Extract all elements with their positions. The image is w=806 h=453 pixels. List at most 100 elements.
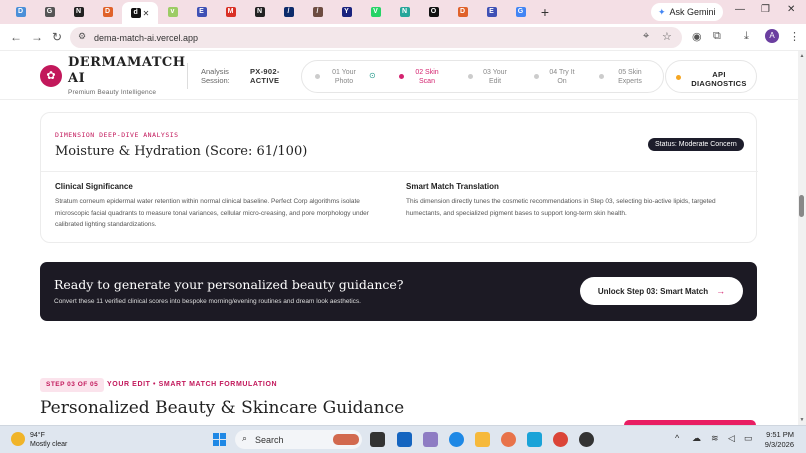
tab-favicon-icon: V bbox=[370, 7, 381, 17]
brand-tagline: Premium Beauty Intelligence bbox=[68, 89, 157, 96]
bookmark-star-icon[interactable]: ☆ bbox=[662, 30, 672, 43]
step-4[interactable]: 04 Try It On bbox=[544, 68, 580, 86]
step-1-check-icon: ⊙ bbox=[369, 71, 376, 80]
tab-favicon-icon: N bbox=[254, 7, 265, 17]
menu-dots-icon[interactable]: ⋮ bbox=[789, 30, 800, 43]
download-icon[interactable]: ⤓ bbox=[744, 30, 749, 43]
copilot-icon[interactable] bbox=[423, 432, 438, 447]
browser-tab[interactable]: Y bbox=[332, 2, 361, 22]
arrow-right-icon: → bbox=[716, 286, 726, 296]
tab-favicon-icon: E bbox=[486, 7, 497, 17]
browser-tab[interactable]: M bbox=[216, 2, 245, 22]
windows-taskbar: 94°F Mostly clear ⌕ Search ^ ☁ ≋ ◁ ▭ 9:5… bbox=[0, 425, 806, 453]
start-menu-icon[interactable] bbox=[213, 433, 226, 446]
close-window-icon[interactable]: ✕ bbox=[787, 4, 795, 15]
clinical-significance-heading: Clinical Significance bbox=[55, 182, 133, 191]
scroll-down-icon[interactable]: ▼ bbox=[798, 417, 806, 423]
back-icon[interactable]: ← bbox=[10, 30, 22, 44]
restore-icon[interactable]: ❐ bbox=[761, 4, 770, 15]
tab-favicon-icon: v bbox=[167, 7, 178, 17]
tab-favicon-icon: D bbox=[15, 7, 26, 17]
browser-tab[interactable]: v bbox=[158, 2, 187, 22]
volume-icon[interactable]: ◁ bbox=[728, 433, 735, 444]
tab-favicon-icon: d bbox=[130, 8, 141, 18]
puzzle-icon[interactable]: ⧉ bbox=[713, 30, 721, 43]
browser-tab[interactable]: G bbox=[35, 2, 64, 22]
file-explorer-icon[interactable] bbox=[475, 432, 490, 447]
browser-tab[interactable]: N bbox=[390, 2, 419, 22]
card-divider bbox=[41, 171, 758, 172]
card-title: Moisture & Hydration (Score: 61/100) bbox=[55, 144, 308, 159]
tab-favicon-icon: G bbox=[44, 7, 55, 17]
cta-heading: Ready to generate your personalized beau… bbox=[54, 277, 404, 292]
header-divider bbox=[187, 63, 188, 89]
step-badge: STEP 03 OF 05 bbox=[40, 378, 105, 392]
minimize-icon[interactable]: — bbox=[735, 4, 745, 15]
new-tab-button[interactable]: + bbox=[535, 4, 555, 20]
status-dot-icon bbox=[676, 75, 681, 80]
session-value-text: PX-902-ACTIVE bbox=[250, 67, 280, 85]
tab-favicon-icon: M bbox=[225, 7, 236, 17]
scroll-thumb[interactable] bbox=[799, 195, 804, 217]
step-3[interactable]: 03 Your Edit bbox=[478, 68, 512, 86]
browser-tab[interactable]: D bbox=[448, 2, 477, 22]
browser-tab[interactable]: G bbox=[506, 2, 535, 22]
browser-tab[interactable]: d ✕ bbox=[122, 2, 158, 24]
session-label-text: Analysis Session: bbox=[201, 67, 230, 85]
scroll-up-icon[interactable]: ▲ bbox=[798, 53, 806, 59]
status-badge: Status: Moderate Concern bbox=[648, 138, 744, 151]
weather-temp: 94°F bbox=[30, 432, 45, 439]
step-1[interactable]: 01 Your Photo bbox=[328, 68, 360, 86]
brand-logo-icon[interactable]: ✿ bbox=[40, 65, 62, 87]
browser-tab[interactable]: / bbox=[303, 2, 332, 22]
browser-tab[interactable]: D bbox=[93, 2, 122, 22]
session-label: Analysis Session: bbox=[201, 67, 245, 85]
api-diagnostics-label: API DIAGNOSTICS bbox=[691, 70, 747, 88]
session-value: PX-902-ACTIVE bbox=[250, 67, 288, 85]
onedrive-icon[interactable]: ☁ bbox=[692, 433, 701, 444]
taskbar-clock[interactable]: 9:51 PM 9/3/2026 bbox=[760, 430, 794, 450]
skype-icon[interactable] bbox=[527, 432, 542, 447]
browser-tab[interactable]: N bbox=[245, 2, 274, 22]
profile-avatar[interactable]: A bbox=[765, 29, 779, 43]
brand-line-2: AI bbox=[68, 71, 86, 86]
dimension-card: DIMENSION DEEP-DIVE ANALYSIS Moisture & … bbox=[40, 112, 758, 243]
reload-icon[interactable]: ↻ bbox=[52, 30, 62, 44]
chatgpt-icon[interactable] bbox=[579, 432, 594, 447]
search-icon: ⌕ bbox=[242, 433, 248, 443]
page-scrollbar[interactable]: ▲ ▼ bbox=[798, 51, 806, 425]
store-icon[interactable] bbox=[397, 432, 412, 447]
url-bar[interactable]: ⚙ dema-match-ai.vercel.app bbox=[70, 27, 682, 48]
weather-icon[interactable] bbox=[11, 432, 25, 446]
browser-tab[interactable]: O bbox=[419, 2, 448, 22]
edge-icon[interactable] bbox=[449, 432, 464, 447]
step-name: YOUR EDIT • SMART MATCH FORMULATION bbox=[107, 381, 278, 388]
extension-icon[interactable]: ◉ bbox=[692, 30, 702, 43]
claude-icon[interactable] bbox=[501, 432, 516, 447]
step-5[interactable]: 05 Skin Experts bbox=[610, 68, 650, 86]
wifi-icon[interactable]: ≋ bbox=[711, 433, 719, 444]
unlock-step3-button[interactable]: Unlock Step 03: Smart Match → bbox=[580, 277, 743, 305]
browser-tab[interactable]: N bbox=[64, 2, 93, 22]
task-view-icon[interactable] bbox=[370, 432, 385, 447]
smart-match-text: This dimension directly tunes the cosmet… bbox=[406, 198, 716, 217]
step-2[interactable]: 02 Skin Scan bbox=[410, 68, 444, 86]
browser-tab[interactable]: V bbox=[361, 2, 390, 22]
taskbar-search[interactable]: ⌕ Search bbox=[235, 430, 362, 449]
forward-icon[interactable]: → bbox=[31, 30, 43, 44]
step-2-dot bbox=[399, 74, 404, 79]
chrome-icon[interactable] bbox=[553, 432, 568, 447]
close-tab-icon[interactable]: ✕ bbox=[143, 9, 150, 18]
site-info-icon[interactable]: ⚙ bbox=[78, 31, 86, 42]
app-header: ✿ DERMAMATCH AI Premium Beauty Intellige… bbox=[0, 51, 798, 100]
ask-gemini-button[interactable]: ✦ Ask Gemini bbox=[651, 3, 723, 21]
browser-tab[interactable]: / bbox=[274, 2, 303, 22]
api-diagnostics-button[interactable]: API DIAGNOSTICS bbox=[665, 60, 757, 93]
browser-tab[interactable]: E bbox=[477, 2, 506, 22]
browser-tab[interactable]: D bbox=[6, 2, 35, 22]
weather-widget[interactable]: 94°F Mostly clear bbox=[30, 431, 67, 449]
tray-expand-icon[interactable]: ^ bbox=[675, 433, 679, 443]
browser-tab[interactable]: E bbox=[187, 2, 216, 22]
battery-icon[interactable]: ▭ bbox=[744, 433, 753, 444]
location-icon[interactable]: ⌖ bbox=[643, 30, 649, 43]
